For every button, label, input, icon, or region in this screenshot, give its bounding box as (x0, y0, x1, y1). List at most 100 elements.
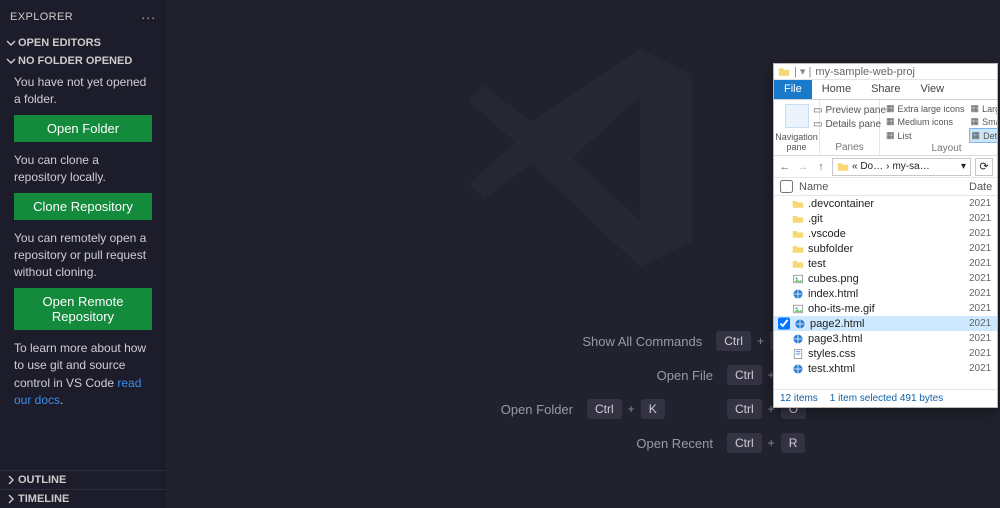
folder-icon (837, 161, 849, 173)
navigation-pane-button[interactable] (785, 104, 809, 128)
window-titlebar[interactable]: | ▾ | my-sample-web-proj (774, 64, 997, 80)
file-name: index.html (808, 288, 965, 300)
folder-icon (778, 66, 790, 78)
ribbon-group-panes: ▭Preview pane ▭Details pane Panes (820, 100, 880, 155)
file-row[interactable]: cubes.png2021 (774, 271, 997, 286)
sb-text: To learn more about how to use git and s… (14, 340, 152, 410)
layout-small[interactable]: ▦Small (969, 115, 998, 128)
select-all-checkbox[interactable] (780, 180, 793, 193)
status-bar: 12 items 1 item selected 491 bytes (774, 389, 997, 407)
file-row[interactable]: .devcontainer 2021 (774, 196, 997, 211)
file-row[interactable]: page3.html 2021 (774, 331, 997, 346)
selection-info: 1 item selected 491 bytes (830, 393, 943, 404)
open-remote-repository-button[interactable]: Open Remote Repository (14, 288, 152, 330)
shortcut-row: Open RecentCtrl+R (313, 426, 853, 460)
explorer-title: EXPLORER (10, 11, 73, 23)
layout-list[interactable]: ▦List (884, 128, 967, 143)
file-name: test.xhtml (808, 363, 965, 375)
key-r: R (781, 433, 806, 453)
outline-label: OUTLINE (18, 474, 66, 486)
file-row[interactable]: subfolder2021 (774, 241, 997, 256)
row-checkbox[interactable] (778, 317, 790, 330)
chevron-right-icon (6, 473, 16, 487)
layout-detail[interactable]: ▦Detail (969, 128, 998, 143)
file-explorer-window[interactable]: | ▾ | my-sample-web-proj FileHomeShareVi… (773, 63, 998, 408)
file-row[interactable]: index.html 2021 (774, 286, 997, 301)
file-row[interactable]: oho-its-me.gif 2021 (774, 301, 997, 316)
file-date: 2021 (969, 258, 997, 269)
file-date: 2021 (969, 318, 997, 329)
file-name: page2.html (810, 318, 965, 330)
file-name: .vscode (808, 228, 965, 240)
forward-icon[interactable]: → (796, 161, 810, 173)
breadcrumb[interactable]: « Do…› my-sa… ▾ (832, 158, 971, 176)
file-name: oho-its-me.gif (808, 303, 965, 315)
tab-home[interactable]: Home (812, 80, 861, 99)
shortcut-list: Show All CommandsCtrl+Shift+POpen FileCt… (313, 324, 853, 460)
section-outline[interactable]: OUTLINE (0, 470, 166, 489)
explorer-sidebar: EXPLORER ··· OPEN EDITORS NO FOLDER OPEN… (0, 0, 166, 508)
tab-file[interactable]: File (774, 80, 812, 99)
key-k: K (641, 399, 665, 419)
chevron-down-icon (4, 38, 18, 48)
section-timeline[interactable]: TIMELINE (0, 489, 166, 508)
key-ctrl: Ctrl (716, 331, 751, 351)
open-folder-button[interactable]: Open Folder (14, 115, 152, 142)
vscode-logo-icon (453, 28, 713, 291)
file-name: .git (808, 213, 965, 225)
back-icon[interactable]: ← (778, 161, 792, 173)
tab-share[interactable]: Share (861, 80, 910, 99)
chevron-down-icon (4, 56, 18, 66)
file-date: 2021 (969, 348, 997, 359)
up-icon[interactable]: ↑ (814, 161, 828, 173)
shortcut-label: Open Folder (501, 402, 573, 417)
file-name: styles.css (808, 348, 965, 360)
shortcut-label: Open Recent (636, 436, 713, 451)
file-date: 2021 (969, 228, 997, 239)
no-folder-label: NO FOLDER OPENED (18, 55, 132, 67)
file-date: 2021 (969, 303, 997, 314)
file-date: 2021 (969, 333, 997, 344)
file-list: .devcontainer2021.git2021.vscode2021subf… (774, 196, 997, 389)
file-name: cubes.png (808, 273, 965, 285)
shortcut-label: Show All Commands (582, 334, 702, 349)
file-row[interactable]: test2021 (774, 256, 997, 271)
layout-extra-large-icons[interactable]: ▦Extra large icons (884, 102, 967, 115)
tab-view[interactable]: View (910, 80, 954, 99)
file-name: page3.html (808, 333, 965, 345)
shortcut-label: Open File (657, 368, 713, 383)
chevron-right-icon (6, 492, 16, 506)
ribbon: Navigation pane ▭Preview pane ▭Details p… (774, 100, 997, 156)
file-row[interactable]: .git 2021 (774, 211, 997, 226)
section-no-folder[interactable]: NO FOLDER OPENED (0, 52, 166, 70)
file-date: 2021 (969, 243, 997, 254)
shortcut-row: Open FileCtrl+O (313, 358, 853, 392)
file-row[interactable]: page2.html 2021 (774, 316, 997, 331)
layout-large[interactable]: ▦Large (969, 102, 998, 115)
open-editors-label: OPEN EDITORS (18, 37, 101, 49)
file-date: 2021 (969, 363, 997, 374)
window-title: my-sample-web-proj (815, 66, 915, 78)
file-list-header[interactable]: Name Date (774, 178, 997, 196)
file-date: 2021 (969, 198, 997, 209)
file-date: 2021 (969, 213, 997, 224)
shortcut-row: Show All CommandsCtrl+Shift+P (313, 324, 853, 358)
preview-pane-toggle[interactable]: ▭Preview pane (811, 104, 888, 117)
file-row[interactable]: .vscode 2021 (774, 226, 997, 241)
sb-text: You have not yet opened a folder. (14, 74, 152, 109)
section-open-editors[interactable]: OPEN EDITORS (0, 34, 166, 52)
layout-medium-icons[interactable]: ▦Medium icons (884, 115, 967, 128)
refresh-icon[interactable]: ⟳ (975, 158, 993, 176)
clone-repository-button[interactable]: Clone Repository (14, 193, 152, 220)
file-row[interactable]: test.xhtml 2021 (774, 361, 997, 376)
column-date[interactable]: Date (969, 181, 997, 193)
column-name[interactable]: Name (799, 181, 963, 193)
details-pane-toggle[interactable]: ▭Details pane (811, 118, 888, 131)
more-icon[interactable]: ··· (141, 9, 156, 25)
file-date: 2021 (969, 288, 997, 299)
file-row[interactable]: styles.css 2021 (774, 346, 997, 361)
key-ctrl: Ctrl (727, 399, 762, 419)
address-bar: ← → ↑ « Do…› my-sa… ▾ ⟳ (774, 156, 997, 178)
sb-text: You can remotely open a repository or pu… (14, 230, 152, 282)
file-name: .devcontainer (808, 198, 965, 210)
